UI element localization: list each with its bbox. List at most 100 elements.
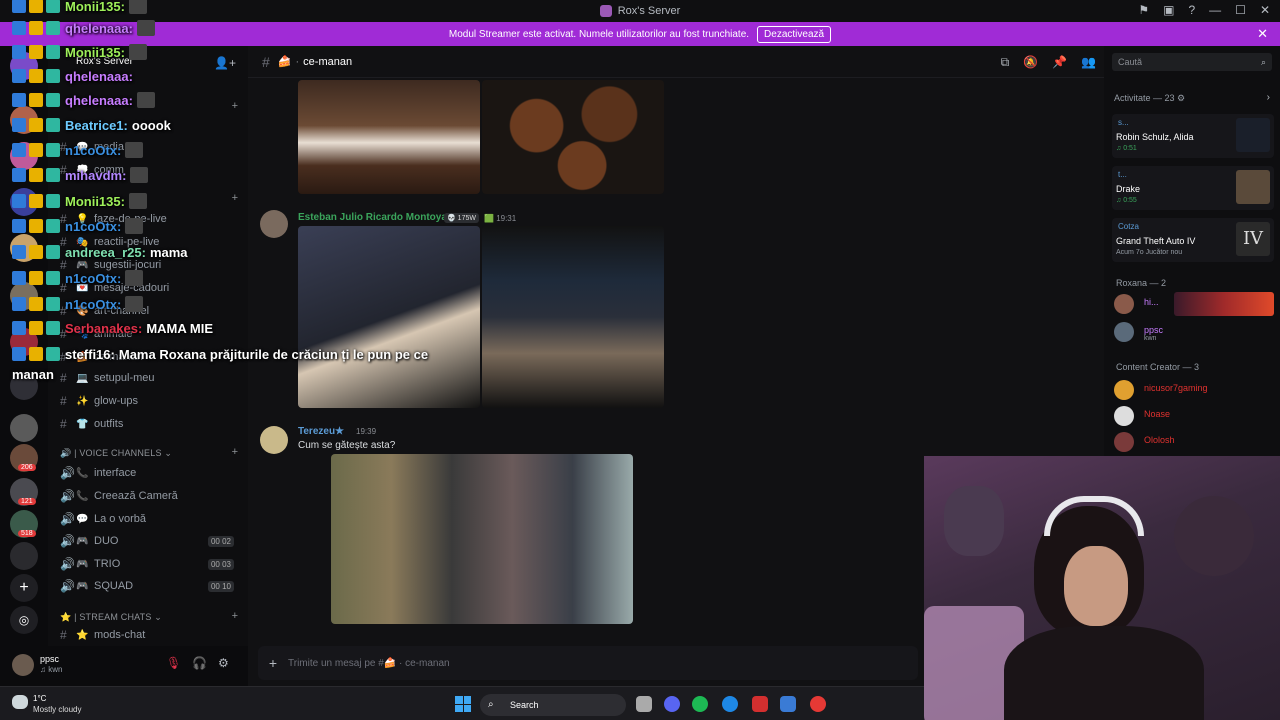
- channel-item[interactable]: # 🎨 art-channel: [60, 302, 240, 320]
- deafen-icon[interactable]: 🎧: [192, 656, 207, 670]
- add-server-icon[interactable]: +: [10, 574, 38, 602]
- voice-channel-interface[interactable]: 🔊 📞 interface: [60, 464, 240, 482]
- file-explorer-icon[interactable]: [636, 696, 652, 712]
- voice-channel-squad[interactable]: 🔊 🎮 SQUAD 00 10: [60, 577, 240, 595]
- shelf-decoration: [1174, 496, 1254, 576]
- user-panel: ppsc ♫ kwn 🎙 🎧 ⚙: [0, 646, 248, 686]
- stream-category-header[interactable]: ⭐ | STREAM CHATS ⌄: [60, 612, 162, 623]
- server-name[interactable]: Rox's Server: [76, 56, 133, 67]
- voice-channel-trio[interactable]: 🔊 🎮 TRIO 00 03: [60, 555, 240, 573]
- voice-channel-duo[interactable]: 🔊 🎮 DUO 00 02: [60, 532, 240, 550]
- channel-item-outfits[interactable]: # 👕 outfits: [60, 415, 240, 433]
- server-icon: [599, 5, 612, 17]
- message-time: 19:39: [356, 427, 377, 436]
- channel-item[interactable]: # 🍰 ce-manan: [60, 348, 240, 366]
- app-icon[interactable]: [780, 696, 796, 712]
- add-stream-channel-icon[interactable]: +: [232, 610, 238, 622]
- screen-icon[interactable]: ▣: [1163, 3, 1174, 17]
- chevron-right-icon[interactable]: ›: [1267, 92, 1270, 103]
- album-art: [1236, 118, 1270, 152]
- taskbar-search[interactable]: ⌕ Search: [480, 694, 626, 716]
- windows-start-icon[interactable]: [455, 696, 471, 712]
- threads-icon[interactable]: ⧉: [1001, 55, 1010, 70]
- app-icon[interactable]: [810, 696, 826, 712]
- photo-hand-image[interactable]: [298, 226, 480, 408]
- window-title: Rox's Server: [617, 5, 681, 17]
- server-icon[interactable]: [10, 542, 38, 570]
- server-icon[interactable]: [10, 372, 38, 400]
- member-item[interactable]: Noase: [1114, 406, 1274, 428]
- search-icon: ⌕: [1260, 57, 1266, 67]
- server-icon-home[interactable]: [10, 52, 38, 80]
- user-status: ♫ kwn: [40, 665, 63, 674]
- channel-title: ce-manan: [303, 55, 353, 68]
- add-channel-icon[interactable]: +: [232, 100, 238, 112]
- role-header: Roxana — 2: [1116, 278, 1167, 288]
- voice-category-header[interactable]: 🔊 | VOICE CHANNELS ⌄: [60, 448, 172, 459]
- avatar[interactable]: [12, 654, 34, 676]
- add-voice-channel-icon[interactable]: +: [232, 446, 238, 458]
- channel-item[interactable]: # 💡 faze-de-pe-live: [60, 210, 240, 228]
- cake-roll-image[interactable]: [298, 80, 480, 194]
- avatar[interactable]: [260, 426, 288, 454]
- server-icon[interactable]: [10, 106, 38, 134]
- spotify-icon[interactable]: [692, 696, 708, 712]
- channel-item[interactable]: # 🐾 animale: [60, 325, 240, 343]
- close-banner-icon[interactable]: ✕: [1257, 26, 1268, 42]
- voice-channel-create-room[interactable]: 🔊 📞 Creează Cameră: [60, 487, 240, 505]
- server-icon[interactable]: [10, 414, 38, 442]
- member-item[interactable]: Ololosh: [1114, 432, 1274, 454]
- inbox-icon[interactable]: ⚑: [1138, 3, 1149, 17]
- message-author[interactable]: Esteban Julio Ricardo Montoya: [298, 212, 447, 223]
- photo-desk-image[interactable]: [482, 226, 664, 408]
- title-bar: Rox's Server ⚑ ▣ ? — ☐ ✕: [0, 0, 1280, 22]
- channel-item-glow-ups[interactable]: # ✨ glow-ups: [60, 392, 240, 410]
- server-icon[interactable]: [10, 282, 38, 310]
- notifications-muted-icon[interactable]: 🔕: [1023, 55, 1038, 70]
- activity-card[interactable]: Cotza Grand Theft Auto IV Acum 7o Jucăto…: [1112, 218, 1274, 262]
- cookies-image[interactable]: [482, 80, 664, 194]
- channel-item[interactable]: # 💭 comm: [60, 161, 240, 179]
- edge-icon[interactable]: [722, 696, 738, 712]
- member-item[interactable]: nicusor7gaming: [1114, 380, 1274, 402]
- activity-card[interactable]: s... Robin Schulz, Alida ♫ 0:51: [1112, 114, 1274, 158]
- search-input[interactable]: Caută ⌕: [1112, 53, 1272, 71]
- channel-header: # 🍰 · ce-manan ⧉ 🔕 📌 👥: [248, 46, 1104, 78]
- message-input[interactable]: Trimite un mesaj pe #🍰 · ce-manan: [288, 658, 450, 669]
- app-icon[interactable]: [752, 696, 768, 712]
- maximize-button[interactable]: ☐: [1235, 3, 1246, 17]
- close-window-button[interactable]: ✕: [1260, 3, 1270, 17]
- members-icon[interactable]: 👥: [1081, 55, 1096, 70]
- channel-item-mods-chat[interactable]: # ⭐ mods-chat: [60, 626, 240, 644]
- disable-streamer-mode-button[interactable]: Dezactivează: [757, 25, 832, 43]
- avatar[interactable]: [260, 210, 288, 238]
- channel-item[interactable]: # 💌 mesaje-cadouri: [60, 279, 240, 297]
- activity-card[interactable]: t... Drake ♫ 0:55: [1112, 166, 1274, 210]
- message-composer[interactable]: + Trimite un mesaj pe #🍰 · ce-manan: [258, 646, 918, 680]
- mute-icon[interactable]: 🎙: [166, 656, 181, 670]
- minimize-button[interactable]: —: [1209, 3, 1221, 17]
- app-root: Rox's Server ⚑ ▣ ? — ☐ ✕ Modul Streamer …: [0, 0, 1280, 720]
- channel-item-setupul-meu[interactable]: # 💻 setupul-meu: [60, 369, 240, 387]
- voice-channel-la-o-vorba[interactable]: 🔊 💬 La o vorbă: [60, 510, 240, 528]
- help-icon[interactable]: ?: [1188, 3, 1195, 17]
- discover-icon[interactable]: ◎: [10, 606, 38, 634]
- settings-gear-icon[interactable]: ⚙: [218, 656, 229, 670]
- attach-plus-icon[interactable]: +: [258, 655, 288, 671]
- server-icon[interactable]: [10, 142, 38, 170]
- server-icon[interactable]: [10, 234, 38, 262]
- invite-icon[interactable]: 👤+: [214, 56, 236, 70]
- pin-icon[interactable]: 📌: [1052, 55, 1067, 70]
- member-item[interactable]: ppsc kwn: [1114, 322, 1274, 344]
- channel-item[interactable]: # 🎮 sugestii-jocuri: [60, 256, 240, 274]
- video-thumbnail[interactable]: [331, 454, 633, 624]
- server-icon[interactable]: [10, 188, 38, 216]
- member-item[interactable]: hi...: [1114, 292, 1274, 316]
- streamer-mode-banner: Modul Streamer este activat. Numele util…: [0, 22, 1280, 46]
- add-channel-icon[interactable]: +: [232, 192, 238, 204]
- message-author[interactable]: Terezeu★: [298, 426, 344, 437]
- server-icon[interactable]: [10, 328, 38, 356]
- channel-item[interactable]: # 🎭 reactii-pe-live: [60, 233, 240, 251]
- discord-icon[interactable]: [664, 696, 680, 712]
- channel-item[interactable]: # 💬 media: [60, 138, 240, 156]
